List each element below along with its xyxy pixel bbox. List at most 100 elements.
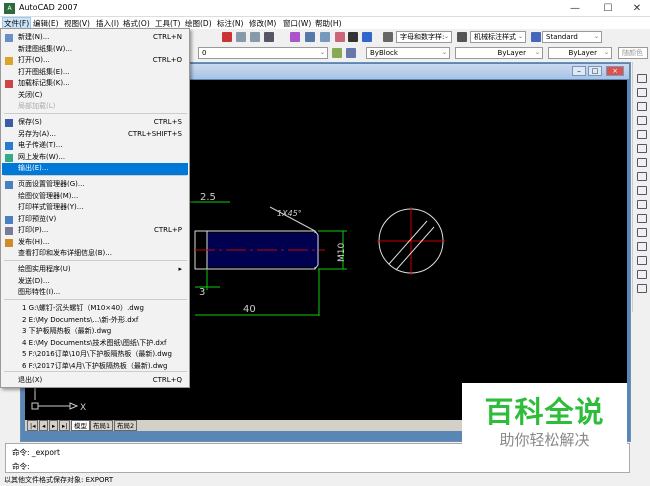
zoom-realtime-icon[interactable] <box>236 32 246 42</box>
menu-separator <box>4 371 187 372</box>
file-menu-item[interactable]: 2 E:\My Documents\...\新-外形.dxf <box>2 315 188 327</box>
tab-nav-prev[interactable]: ◂ <box>39 420 49 431</box>
tool-palettes-icon[interactable] <box>320 32 330 42</box>
mirror-icon[interactable] <box>637 102 647 111</box>
menu-help[interactable]: 帮助(H) <box>315 18 342 29</box>
menu-item-label: 绘图实用程序(U) <box>18 265 71 273</box>
drawing-close-button[interactable]: × <box>606 66 624 76</box>
menu-item-label: 新建图纸集(W)... <box>18 44 73 53</box>
screw-head-view <box>377 207 445 275</box>
menu-item-label: 发布(H)... <box>18 237 50 246</box>
file-menu-item[interactable]: 新建图纸集(W)... <box>2 44 188 56</box>
menu-item-icon <box>5 181 13 189</box>
close-button[interactable]: ✕ <box>622 1 650 16</box>
scale-icon[interactable] <box>637 172 647 181</box>
tab-layout2[interactable]: 布局2 <box>114 420 138 431</box>
file-menu-item[interactable]: 保存(S) CTRL+S <box>2 117 188 129</box>
file-menu-item[interactable]: 关闭(C) <box>2 90 188 102</box>
file-menu-item[interactable]: 打印(P)... CTRL+P <box>2 225 188 237</box>
move-icon[interactable] <box>637 144 647 153</box>
drawing-restore-button[interactable]: □ <box>588 66 602 76</box>
file-menu-dropdown: 新建(N)... CTRL+N 新建图纸集(W)... 打开(O)... CTRL+O 打… <box>0 28 190 388</box>
file-menu-item[interactable]: 新建(N)... CTRL+N <box>2 32 188 44</box>
markup-icon[interactable] <box>335 32 345 42</box>
menu-window[interactable]: 窗口(W) <box>283 18 311 29</box>
dim-style-select[interactable]: 机械标注样式 ⌄ <box>470 31 526 43</box>
layer-states-icon[interactable] <box>346 48 356 58</box>
lineweight-select[interactable]: ByLayer ⌄ <box>548 47 612 59</box>
file-menu-item[interactable]: 5 F:\2016订单\10月\下护板隔热板（最新).dwg <box>2 349 188 361</box>
menu-item-label: 发送(D)... <box>18 276 50 285</box>
zoom-previous-icon[interactable] <box>264 32 274 42</box>
menu-item-icon <box>5 153 13 162</box>
file-menu-item[interactable]: 图形特性(I)... <box>2 287 188 299</box>
maximize-button[interactable]: ☐ <box>593 1 623 16</box>
file-menu-item[interactable]: 查看打印和发布详细信息(B)... <box>2 248 188 260</box>
break-icon[interactable] <box>637 228 647 237</box>
file-menu-item[interactable]: 局部加载(L) <box>2 101 188 113</box>
array-icon[interactable] <box>637 130 647 139</box>
zoom-window-icon[interactable] <box>250 32 260 42</box>
file-menu-item[interactable]: 绘图仪管理器(M)... <box>2 191 188 203</box>
window-title: AutoCAD 2007 <box>19 3 78 12</box>
file-menu-item[interactable]: 页面设置管理器(G)... <box>2 179 188 191</box>
copy-icon[interactable] <box>637 88 647 97</box>
chamfer-icon[interactable] <box>637 256 647 265</box>
file-menu-item[interactable]: 打开图纸集(E)... <box>2 67 188 79</box>
text-style-select[interactable]: 字母和数字样: ⌄ <box>396 31 452 43</box>
command-input[interactable]: 命令: <box>12 461 30 472</box>
menu-modify[interactable]: 修改(M) <box>249 18 276 29</box>
menu-item-label: 2 E:\My Documents\...\新-外形.dxf <box>22 315 139 324</box>
file-menu-item[interactable]: 另存为(A)... CTRL+SHIFT+S <box>2 129 188 141</box>
menu-item-label: 网上发布(W)... <box>18 152 66 161</box>
menu-item-label: 打开图纸集(E)... <box>18 67 70 76</box>
file-menu-item[interactable]: 网上发布(W)... <box>2 152 188 164</box>
file-menu-item[interactable]: 打印预览(V) <box>2 214 188 226</box>
dim-style-icon <box>457 32 467 42</box>
help-icon[interactable] <box>362 32 372 42</box>
menu-dimension[interactable]: 标注(N) <box>217 18 243 29</box>
file-menu-item[interactable]: 1 G:\螺钉-沉头螺钉（M10×40）.dwg <box>2 303 188 315</box>
erase-icon[interactable] <box>637 74 647 83</box>
tab-model[interactable]: 模型 <box>71 420 90 431</box>
file-menu-item[interactable]: 加载标记集(K)... <box>2 78 188 90</box>
join-icon[interactable] <box>637 242 647 251</box>
title-bar: A AutoCAD 2007 — ☐ ✕ <box>0 0 650 17</box>
file-menu-item[interactable]: 打开(O)... CTRL+O <box>2 55 188 67</box>
properties-icon[interactable] <box>290 32 300 42</box>
ucs-x-label: X <box>80 403 86 413</box>
file-menu-item[interactable]: 打印样式管理器(Y)... <box>2 202 188 214</box>
file-menu-item[interactable]: 4 E:\My Documents\技术图纸\图纸\下护.dxf <box>2 338 188 350</box>
table-style-select[interactable]: Standard ⌄ <box>542 31 602 43</box>
offset-icon[interactable] <box>637 116 647 125</box>
calculator-icon[interactable] <box>348 32 358 42</box>
rotate-icon[interactable] <box>637 158 647 167</box>
file-menu-item[interactable]: 绘图实用程序(U) ▸ <box>2 264 188 276</box>
tab-nav-next[interactable]: ▸ <box>49 420 59 431</box>
file-menu-item[interactable]: 退出(X) CTRL+Q <box>2 375 188 387</box>
layer-previous-icon[interactable] <box>332 48 342 58</box>
drawing-minimize-button[interactable]: – <box>572 66 586 76</box>
pan-icon[interactable] <box>222 32 232 42</box>
plot-style-select[interactable]: 随颜色 <box>618 47 648 59</box>
tab-nav-last[interactable]: ▸| <box>59 420 71 431</box>
trim-icon[interactable] <box>637 200 647 209</box>
layer-select[interactable]: 0 ⌄ <box>198 47 328 59</box>
color-select[interactable]: ByBlock ⌄ <box>366 47 450 59</box>
tab-layout1[interactable]: 布局1 <box>90 420 114 431</box>
file-menu-item[interactable]: 3 下护板隔热板（最新).dwg <box>2 326 188 338</box>
file-menu-item[interactable]: 输出(E)... <box>2 163 188 175</box>
fillet-icon[interactable] <box>637 270 647 279</box>
menu-item-label: 页面设置管理器(G)... <box>18 180 85 188</box>
stretch-icon[interactable] <box>637 186 647 195</box>
dim-m10: M10 <box>337 243 347 262</box>
explode-icon[interactable] <box>637 284 647 293</box>
tab-nav-first[interactable]: |◂ <box>27 420 39 431</box>
extend-icon[interactable] <box>637 214 647 223</box>
file-menu-item[interactable]: 发送(D)... <box>2 276 188 288</box>
file-menu-item[interactable]: 发布(H)... <box>2 237 188 249</box>
design-center-icon[interactable] <box>305 32 315 42</box>
file-menu-item[interactable]: 电子传递(T)... <box>2 140 188 152</box>
linetype-select[interactable]: ByLayer ⌄ <box>455 47 543 59</box>
minimize-button[interactable]: — <box>560 1 590 16</box>
